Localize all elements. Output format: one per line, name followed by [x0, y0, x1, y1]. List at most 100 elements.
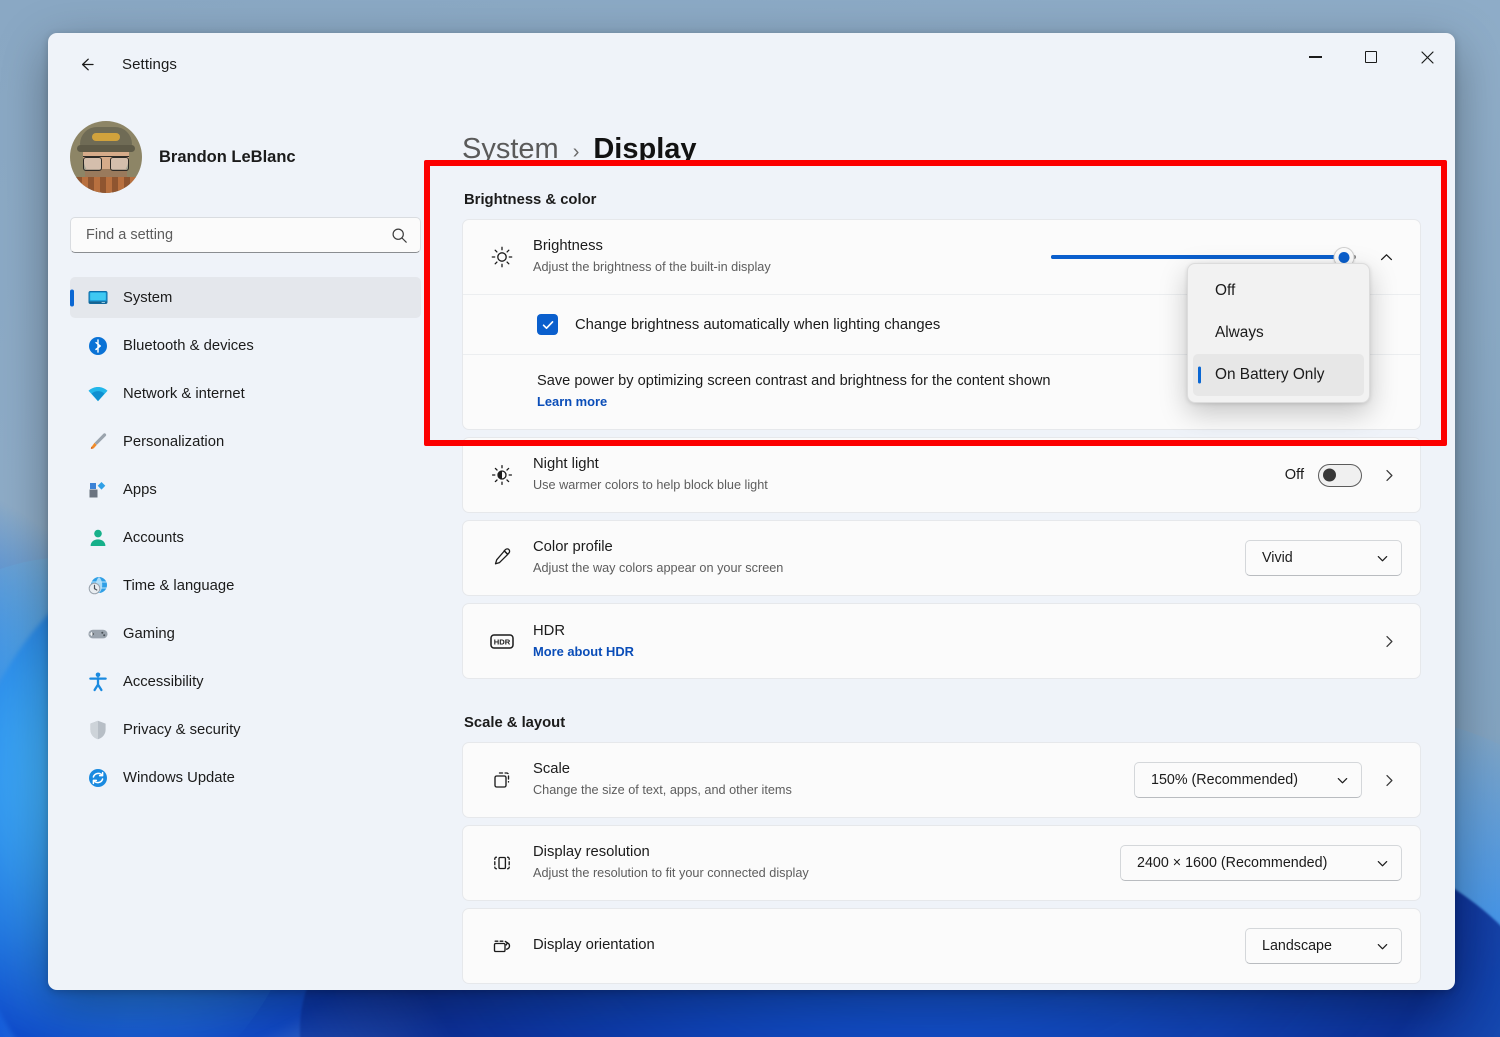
update-refresh-icon	[87, 767, 109, 789]
dropdown-option-label: Off	[1215, 282, 1236, 299]
sidebar-item-label: Gaming	[123, 625, 175, 642]
night-light-row[interactable]: Night light Use warmer colors to help bl…	[463, 438, 1420, 512]
monitor-icon	[87, 287, 109, 309]
content-adaptive-learn-more-link[interactable]: Learn more	[537, 394, 607, 409]
sidebar-item-label: Network & internet	[123, 385, 245, 402]
scale-value: 150% (Recommended)	[1151, 772, 1299, 789]
display-resolution-row[interactable]: Display resolution Adjust the resolution…	[463, 826, 1420, 900]
brightness-expander-button[interactable]	[1370, 241, 1402, 273]
hdr-text: HDR More about HDR	[533, 622, 1376, 661]
window-title: Settings	[122, 55, 177, 73]
sidebar-item-accessibility[interactable]: Accessibility	[70, 661, 421, 702]
scale-combobox[interactable]: 150% (Recommended)	[1134, 762, 1362, 799]
color-profile-subtitle: Adjust the way colors appear on your scr…	[533, 561, 784, 576]
bluetooth-icon	[87, 335, 109, 357]
breadcrumb-parent[interactable]: System	[462, 133, 559, 166]
sidebar-item-label: Bluetooth & devices	[123, 337, 254, 354]
content-pane: System › Display Brightness & color Brig…	[440, 95, 1455, 990]
sidebar-item-time-language[interactable]: Time & language	[70, 565, 421, 606]
sidebar-item-system[interactable]: System	[70, 277, 421, 318]
chevron-right-icon	[1385, 469, 1393, 481]
hdr-more-about-link[interactable]: More about HDR	[533, 644, 634, 659]
close-icon	[1420, 50, 1434, 64]
sidebar-item-label: Time & language	[123, 577, 235, 594]
auto-brightness-checkbox[interactable]	[537, 314, 558, 335]
sidebar-item-bluetooth-devices[interactable]: Bluetooth & devices	[70, 325, 421, 366]
night-light-chevron-button[interactable]	[1376, 462, 1402, 488]
maximize-icon	[1365, 51, 1377, 63]
color-profile-value: Vivid	[1262, 550, 1293, 567]
sidebar-item-personalization[interactable]: Personalization	[70, 421, 421, 462]
chevron-down-icon	[1336, 774, 1349, 787]
dropdown-option-on-battery-only[interactable]: On Battery Only	[1193, 354, 1364, 396]
hdr-title: HDR	[533, 622, 566, 639]
search-input[interactable]	[86, 227, 391, 243]
sidebar-item-label: Accounts	[123, 529, 184, 546]
sidebar-item-apps[interactable]: Apps	[70, 469, 421, 510]
display-orientation-combobox[interactable]: Landscape	[1245, 928, 1402, 965]
sidebar-item-label: Accessibility	[123, 673, 204, 690]
sidebar-item-label: Privacy & security	[123, 721, 241, 738]
sidebar-item-gaming[interactable]: Gaming	[70, 613, 421, 654]
scale-controls: 150% (Recommended)	[1134, 762, 1402, 799]
sidebar-item-accounts[interactable]: Accounts	[70, 517, 421, 558]
minimize-button[interactable]	[1287, 33, 1343, 81]
display-orientation-text: Display orientation	[533, 936, 1245, 956]
dropdown-option-label: On Battery Only	[1215, 366, 1325, 383]
resolution-icon	[485, 851, 519, 875]
chevron-down-icon	[1376, 857, 1389, 870]
sidebar-item-windows-update[interactable]: Windows Update	[70, 757, 421, 798]
sidebar-item-label: Apps	[123, 481, 157, 498]
section-heading-scale-layout: Scale & layout	[464, 715, 566, 732]
display-orientation-row[interactable]: Display orientation Landscape	[463, 909, 1420, 983]
display-resolution-value: 2400 × 1600 (Recommended)	[1137, 855, 1328, 872]
color-profile-controls: Vivid	[1245, 540, 1402, 577]
scale-title: Scale	[533, 761, 571, 778]
avatar	[70, 121, 142, 193]
sidebar-item-label: Personalization	[123, 433, 225, 450]
display-resolution-combobox[interactable]: 2400 × 1600 (Recommended)	[1120, 845, 1402, 882]
content-adaptive-dropdown-flyout: Off Always On Battery Only	[1187, 263, 1370, 403]
dropdown-option-off[interactable]: Off	[1193, 270, 1364, 312]
brightness-text: Brightness Adjust the brightness of the …	[533, 237, 1051, 277]
clock-globe-icon	[87, 575, 109, 597]
scale-subtitle: Change the size of text, apps, and other…	[533, 783, 792, 798]
display-resolution-text: Display resolution Adjust the resolution…	[533, 843, 1120, 883]
close-button[interactable]	[1399, 33, 1455, 81]
back-button[interactable]	[66, 47, 106, 81]
orientation-icon	[485, 934, 519, 958]
hdr-card: HDR HDR More about HDR	[462, 603, 1421, 680]
sidebar-item-privacy-security[interactable]: Privacy & security	[70, 709, 421, 750]
chevron-down-icon	[1376, 552, 1389, 565]
search-icon	[392, 227, 407, 243]
scale-chevron-button[interactable]	[1376, 767, 1402, 793]
scale-text: Scale Change the size of text, apps, and…	[533, 760, 1134, 800]
accessibility-icon	[87, 671, 109, 693]
search-box[interactable]	[70, 217, 421, 253]
display-orientation-controls: Landscape	[1245, 928, 1402, 965]
display-orientation-title: Display orientation	[533, 937, 655, 954]
night-light-toggle[interactable]	[1318, 463, 1362, 487]
gamepad-icon	[87, 623, 109, 645]
apps-icon	[87, 479, 109, 501]
hdr-chevron-button[interactable]	[1376, 628, 1402, 654]
chevron-right-icon	[1385, 774, 1393, 786]
section-heading-brightness-color: Brightness & color	[464, 192, 597, 208]
color-profile-row[interactable]: Color profile Adjust the way colors appe…	[463, 521, 1420, 595]
sidebar-item-label: System	[123, 289, 173, 306]
scale-row[interactable]: Scale Change the size of text, apps, and…	[463, 743, 1420, 817]
checkmark-icon	[542, 320, 553, 329]
dropdown-option-always[interactable]: Always	[1193, 312, 1364, 354]
paintbrush-icon	[87, 431, 109, 453]
brightness-subtitle: Adjust the brightness of the built-in di…	[533, 260, 771, 275]
account-profile[interactable]: Brandon LeBlanc	[70, 95, 421, 205]
chevron-right-icon	[1385, 635, 1393, 647]
person-icon	[87, 527, 109, 549]
color-profile-text: Color profile Adjust the way colors appe…	[533, 538, 1245, 578]
color-profile-combobox[interactable]: Vivid	[1245, 540, 1402, 577]
maximize-button[interactable]	[1343, 33, 1399, 81]
sidebar-item-network-internet[interactable]: Network & internet	[70, 373, 421, 414]
brightness-sun-icon	[485, 245, 519, 269]
chevron-down-icon	[1376, 940, 1389, 953]
hdr-row[interactable]: HDR HDR More about HDR	[463, 604, 1420, 678]
